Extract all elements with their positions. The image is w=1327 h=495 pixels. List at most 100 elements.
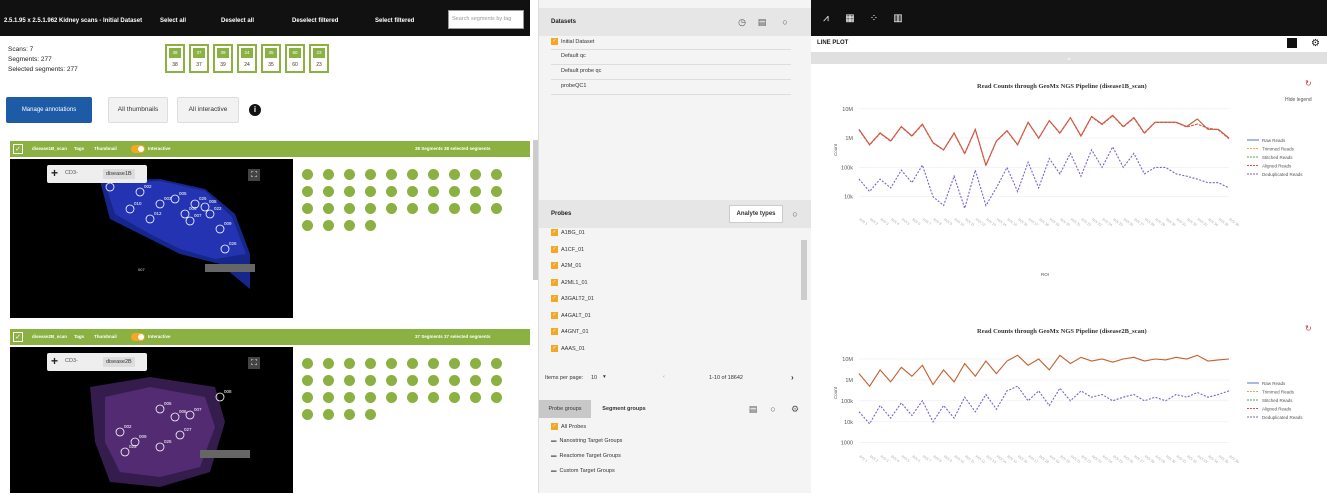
segment-dot[interactable] <box>386 375 397 386</box>
legend-label[interactable]: Raw Reads <box>1262 138 1286 143</box>
zoom-in-button[interactable]: + <box>51 166 58 180</box>
table-icon[interactable]: ▦ <box>843 12 857 26</box>
probe-item[interactable]: ✓ AAAS_01 <box>551 344 585 352</box>
all-interactive-button[interactable]: All interactive <box>177 97 239 123</box>
segment-dot[interactable] <box>344 392 355 403</box>
segment-dot[interactable] <box>428 358 439 369</box>
legend-label[interactable]: Aligned Reads <box>1262 406 1292 411</box>
segment-dot[interactable] <box>365 392 376 403</box>
select-all-button[interactable]: Select all <box>160 18 186 24</box>
select-filtered-button[interactable]: Select filtered <box>375 18 414 24</box>
segment-dot[interactable] <box>302 358 313 369</box>
checkbox-checked-icon[interactable]: ✓ <box>551 229 558 236</box>
segment-dot[interactable] <box>470 375 481 386</box>
expand-icon[interactable]: ⛶ <box>248 357 260 369</box>
segment-dot[interactable] <box>323 169 334 180</box>
scatter-icon[interactable]: ⁘ <box>867 12 881 26</box>
segment-dot[interactable] <box>491 358 502 369</box>
segment-dot[interactable] <box>302 220 313 231</box>
chevron-down-icon[interactable]: ⌄ <box>1066 53 1073 62</box>
scan-stat-box[interactable]: 39 39 <box>213 44 233 73</box>
dataset-item[interactable]: ✓ Initial Dataset <box>551 38 594 45</box>
segment-dot[interactable] <box>407 392 418 403</box>
segment-dot[interactable] <box>470 186 481 197</box>
legend-label[interactable]: Deduplicated Reads <box>1262 172 1303 177</box>
segment-dot[interactable] <box>449 375 460 386</box>
segment-dot[interactable] <box>470 169 481 180</box>
chevron-down-icon[interactable]: ▾ <box>603 374 606 380</box>
segment-dot[interactable] <box>386 186 397 197</box>
segment-dot[interactable] <box>428 169 439 180</box>
probe-item[interactable]: ✓ A1CF_01 <box>551 245 584 253</box>
view-mode-toggle[interactable] <box>131 333 145 341</box>
segment-dot[interactable] <box>491 375 502 386</box>
probe-item[interactable]: ✓ A1BG_01 <box>551 229 585 236</box>
segment-dot[interactable] <box>449 186 460 197</box>
legend-label[interactable]: Stitched Reads <box>1262 155 1293 160</box>
segment-dot[interactable] <box>428 375 439 386</box>
save-icon[interactable] <box>1287 38 1297 48</box>
probe-item[interactable]: ✓ A2ML1_01 <box>551 278 588 286</box>
segment-dot[interactable] <box>344 186 355 197</box>
segment-dot[interactable] <box>323 375 334 386</box>
history-icon[interactable]: ◷ <box>736 16 748 28</box>
segment-dot[interactable] <box>344 409 355 420</box>
segment-dot[interactable] <box>365 203 376 214</box>
legend-label[interactable]: Aligned Reads <box>1262 163 1292 168</box>
checkbox-checked-icon[interactable]: ✓ <box>551 344 558 352</box>
segment-dot[interactable] <box>344 203 355 214</box>
segment-dot[interactable] <box>365 169 376 180</box>
search-icon[interactable]: ○ <box>779 16 791 28</box>
segment-dot[interactable] <box>428 203 439 214</box>
tags-label[interactable]: Tags <box>74 146 84 151</box>
tags-label[interactable]: Tags <box>74 334 84 339</box>
segment-dot[interactable] <box>365 375 376 386</box>
segment-dot[interactable] <box>386 169 397 180</box>
segment-dot[interactable] <box>344 220 355 231</box>
folder-icon[interactable]: ▤ <box>756 16 768 28</box>
segment-dot[interactable] <box>365 220 376 231</box>
legend-label[interactable]: Deduplicated Reads <box>1262 415 1303 420</box>
settings-icon[interactable]: ⚙ <box>1311 38 1320 49</box>
checkbox-checked-icon[interactable]: ✓ <box>551 38 558 45</box>
segment-dot[interactable] <box>302 392 313 403</box>
search-icon[interactable]: ○ <box>789 208 801 220</box>
scrollbar[interactable] <box>801 240 807 300</box>
segment-dot[interactable] <box>407 169 418 180</box>
zoom-in-button[interactable]: + <box>51 354 58 368</box>
scan-stat-box[interactable]: 23 23 <box>309 44 329 73</box>
segment-dot[interactable] <box>323 220 334 231</box>
dataset-item[interactable]: Default qc <box>551 53 586 59</box>
view-mode-toggle[interactable] <box>131 145 145 153</box>
scan-thumbnail[interactable]: 002 005 006 007 008 009 023 025 027 + CD3- disea… <box>10 347 293 493</box>
legend-label[interactable]: Trimmed Reads <box>1262 389 1295 394</box>
segment-dot[interactable] <box>365 358 376 369</box>
line-chart-icon[interactable]: ⩘ <box>819 12 833 26</box>
refresh-icon[interactable]: ↻ <box>1305 79 1312 88</box>
segment-dot[interactable] <box>491 186 502 197</box>
next-page-icon[interactable]: › <box>791 373 794 382</box>
probe-item[interactable]: ✓ A4GNT_01 <box>551 328 589 335</box>
checkbox-checked-icon[interactable]: ✓ <box>551 328 558 335</box>
scan-stat-box[interactable]: 60 60 <box>285 44 305 73</box>
checkbox-checked-icon[interactable]: ✓ <box>551 311 558 319</box>
checkbox-checked-icon[interactable]: ✓ <box>551 295 558 302</box>
scan-thumbnail[interactable]: 001002003005006007008009010012022025026 … <box>10 159 293 318</box>
items-per-page-select[interactable]: 10 <box>591 375 597 381</box>
segment-dot[interactable] <box>470 203 481 214</box>
gear-icon[interactable]: ⚙ <box>789 403 801 415</box>
segment-dot[interactable] <box>323 409 334 420</box>
segment-dot[interactable] <box>323 358 334 369</box>
folder-icon[interactable]: ▤ <box>747 403 759 415</box>
info-icon[interactable]: i <box>249 104 261 116</box>
legend-label[interactable]: Raw Reads <box>1262 381 1286 386</box>
manage-annotations-button[interactable]: Manage annotations <box>6 97 92 123</box>
segment-dot[interactable] <box>449 392 460 403</box>
segment-search-input[interactable]: Search segments by tag <box>448 10 524 29</box>
segment-dot[interactable] <box>491 169 502 180</box>
analyte-types-button[interactable]: Analyte types <box>729 205 783 223</box>
scan-stat-box[interactable]: 35 35 <box>261 44 281 73</box>
group-item[interactable]: ▬ Custom Target Groups <box>551 468 615 474</box>
segment-dot[interactable] <box>428 186 439 197</box>
all-thumbnails-button[interactable]: All thumbnails <box>108 97 168 123</box>
